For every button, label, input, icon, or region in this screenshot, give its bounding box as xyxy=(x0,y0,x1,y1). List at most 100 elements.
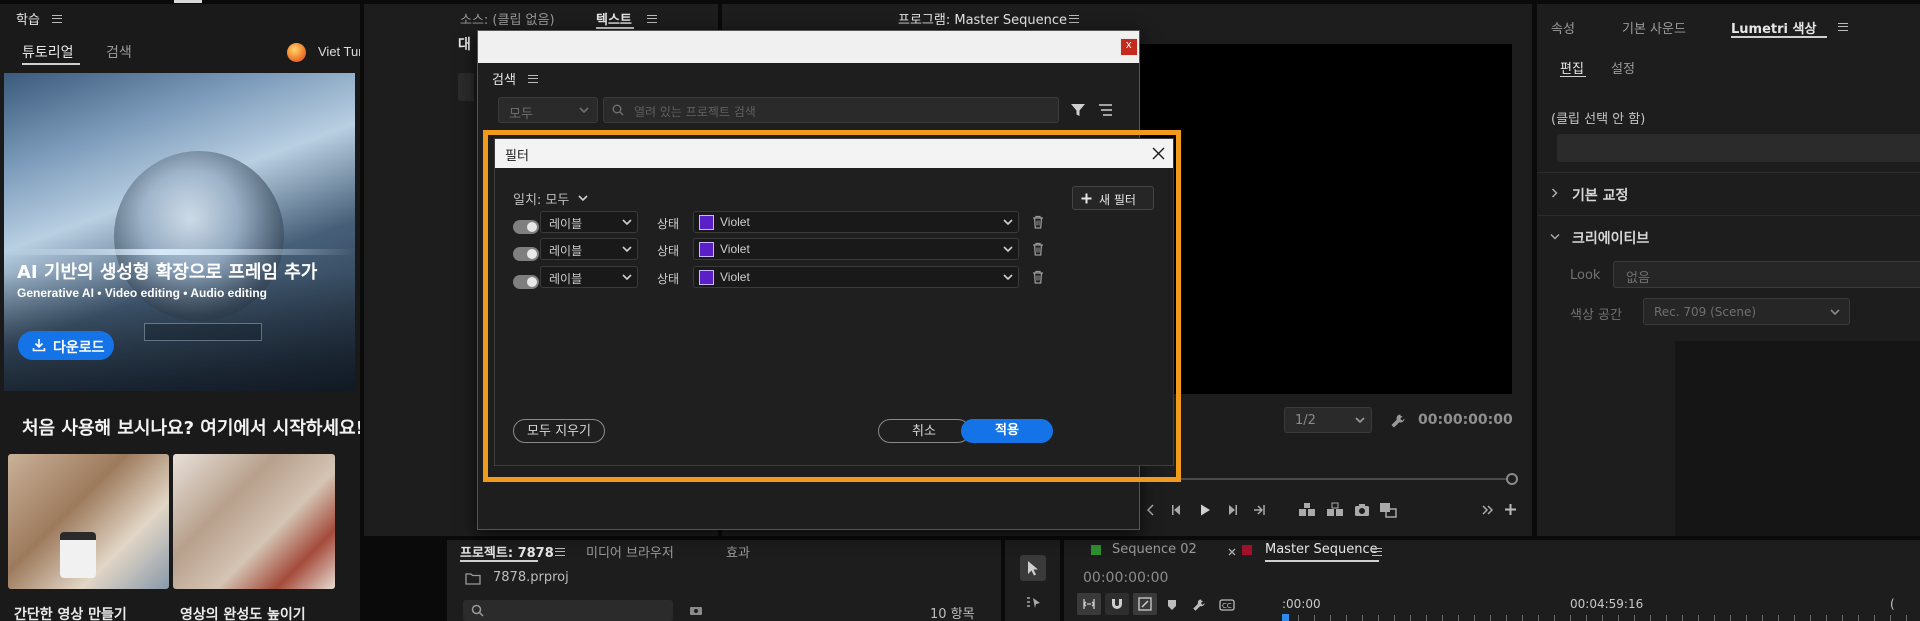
search-window-menu-icon[interactable] xyxy=(528,75,538,83)
filter-value-select[interactable]: Violet xyxy=(693,266,1019,288)
lumetri-menu-icon[interactable] xyxy=(1838,23,1848,31)
selection-tool[interactable] xyxy=(1020,555,1046,581)
compare-icon[interactable] xyxy=(1379,502,1397,518)
ruler-end: ( xyxy=(1890,597,1895,611)
lift-icon[interactable] xyxy=(1298,502,1316,518)
tab-essential-sound[interactable]: 기본 사운드 xyxy=(1622,18,1686,37)
filter-field-select[interactable]: 레이블 xyxy=(540,266,638,288)
timeline-wrench-icon[interactable] xyxy=(1192,598,1206,612)
resolution-select[interactable]: 1/2 xyxy=(1284,407,1372,433)
clear-all-button[interactable]: 모두 지우기 xyxy=(513,419,605,443)
extract-icon[interactable] xyxy=(1326,502,1344,518)
tab-project[interactable]: 프로젝트: 7878 xyxy=(460,542,554,561)
subtab-settings[interactable]: 설정 xyxy=(1611,58,1635,77)
frame-forward-icon[interactable] xyxy=(1225,503,1239,517)
section-collapse-icon[interactable] xyxy=(1550,233,1560,241)
filter-dialog-titlebar[interactable]: 필터 xyxy=(495,139,1173,168)
tab-media-browser[interactable]: 미디어 브라우저 xyxy=(586,542,674,561)
color-wheel-area[interactable] xyxy=(1675,341,1920,536)
card-thumbnail-1[interactable] xyxy=(8,454,169,589)
text-panel-menu-icon[interactable] xyxy=(647,15,657,23)
hero-banner[interactable]: AI 기반의 생성형 확장으로 프레임 추가 Generative AI • V… xyxy=(4,73,355,391)
tab-properties[interactable]: 속성 xyxy=(1551,18,1575,37)
section-basic-correction[interactable]: 기본 교정 xyxy=(1572,185,1628,205)
download-icon xyxy=(32,339,46,352)
playhead[interactable] xyxy=(1282,614,1289,621)
program-video-canvas[interactable] xyxy=(1140,44,1512,394)
match-label[interactable]: 일치: 모두 xyxy=(513,189,569,208)
close-tab-icon[interactable] xyxy=(1228,548,1236,556)
project-search-input[interactable] xyxy=(463,600,673,621)
more-controls-icon[interactable] xyxy=(1482,504,1494,516)
filter-value-select[interactable]: Violet xyxy=(693,211,1019,233)
project-menu-icon[interactable] xyxy=(555,548,565,556)
search-window-titlebar[interactable] xyxy=(478,31,1139,63)
captions-icon[interactable]: CC xyxy=(1219,599,1235,611)
learn-panel-title[interactable]: 학습 xyxy=(16,9,40,28)
delete-filter-icon[interactable] xyxy=(1032,242,1044,256)
new-bin-icon[interactable] xyxy=(689,605,703,616)
play-icon[interactable] xyxy=(1198,503,1212,517)
look-select[interactable]: 없음 xyxy=(1613,261,1920,288)
tab-master-sequence[interactable]: Master Sequence xyxy=(1265,542,1378,557)
filter-value-select[interactable]: Violet xyxy=(693,238,1019,260)
search-scope-select[interactable]: 모두 xyxy=(498,97,598,123)
filter-field-select[interactable]: 레이블 xyxy=(540,211,638,233)
track-select-icon[interactable] xyxy=(1025,594,1043,612)
step-back-icon[interactable] xyxy=(1144,503,1158,517)
filter-row-toggle[interactable] xyxy=(513,275,539,289)
apply-button[interactable]: 적용 xyxy=(961,419,1053,443)
search-input[interactable]: 열려 있는 프로젝트 검색 xyxy=(603,97,1059,123)
source-panel-search-stub[interactable] xyxy=(458,73,474,101)
filter-funnel-icon[interactable] xyxy=(1070,102,1086,118)
tab-master-underline xyxy=(1265,560,1379,562)
timeline-menu-icon[interactable] xyxy=(1372,548,1382,556)
user-name[interactable]: Viet Tung Nguyen xyxy=(318,44,360,59)
camera-icon[interactable] xyxy=(1354,503,1370,517)
tab-source[interactable]: 소스: (클립 없음) xyxy=(460,9,555,28)
search-window-close-button[interactable]: x xyxy=(1120,38,1138,56)
program-menu-icon[interactable] xyxy=(1069,15,1079,23)
avatar[interactable] xyxy=(287,43,306,62)
frame-back-icon[interactable] xyxy=(1170,503,1184,517)
program-monitor-title[interactable]: 프로그램: Master Sequence xyxy=(898,9,1067,28)
card-title-1[interactable]: 간단한 영상 만들기 xyxy=(14,604,127,621)
plus-icon xyxy=(1081,193,1092,204)
tab-effects[interactable]: 효과 xyxy=(726,542,750,561)
card-title-2[interactable]: 영상의 완성도 높이기 xyxy=(180,604,306,621)
tab-tutorial[interactable]: 튜토리얼 xyxy=(22,42,74,62)
card-thumbnail-2[interactable] xyxy=(173,454,335,589)
section-creative[interactable]: 크리에이티브 xyxy=(1572,228,1649,248)
filter-dialog: 필터 일치: 모두 새 필터 레이블 상태 Violet 레이블 상태 Viol… xyxy=(494,138,1174,466)
filter-field-select[interactable]: 레이블 xyxy=(540,238,638,260)
tab-search[interactable]: 검색 xyxy=(106,42,132,62)
download-button[interactable]: 다운로드 xyxy=(18,331,114,360)
cancel-button[interactable]: 취소 xyxy=(878,419,970,443)
tab-sequence-02[interactable]: Sequence 02 xyxy=(1112,542,1197,557)
tab-lumetri-color[interactable]: Lumetri 색상 xyxy=(1731,18,1816,37)
section-expand-icon[interactable] xyxy=(1551,188,1559,198)
go-to-out-icon[interactable] xyxy=(1252,503,1266,517)
tab-tutorial-underline xyxy=(22,63,80,65)
marker-icon[interactable] xyxy=(1167,599,1177,611)
filter-row-toggle[interactable] xyxy=(513,220,539,234)
match-chevron-icon[interactable] xyxy=(578,195,588,202)
program-scrub-handle[interactable] xyxy=(1506,473,1518,485)
subtab-edit[interactable]: 편집 xyxy=(1560,58,1584,77)
filter-field-chevron-icon xyxy=(622,274,632,281)
tab-text[interactable]: 텍스트 xyxy=(596,9,632,28)
filter-row-toggle[interactable] xyxy=(513,247,539,261)
learn-panel-menu-icon[interactable] xyxy=(52,15,62,23)
add-button-icon[interactable] xyxy=(1504,503,1517,516)
settings-wrench-icon[interactable] xyxy=(1390,413,1406,429)
delete-filter-icon[interactable] xyxy=(1032,270,1044,284)
delete-filter-icon[interactable] xyxy=(1032,215,1044,229)
clip-selector-bar[interactable] xyxy=(1557,134,1920,162)
filter-value-swatch xyxy=(699,270,714,285)
filter-dialog-close-icon[interactable] xyxy=(1152,147,1165,160)
program-scrub-bar[interactable] xyxy=(1140,478,1512,480)
colorspace-select[interactable]: Rec. 709 (Scene) xyxy=(1643,298,1850,325)
new-filter-button[interactable]: 새 필터 xyxy=(1072,186,1154,210)
timeline-ruler[interactable] xyxy=(1282,615,1920,621)
sort-list-icon[interactable] xyxy=(1098,103,1113,117)
